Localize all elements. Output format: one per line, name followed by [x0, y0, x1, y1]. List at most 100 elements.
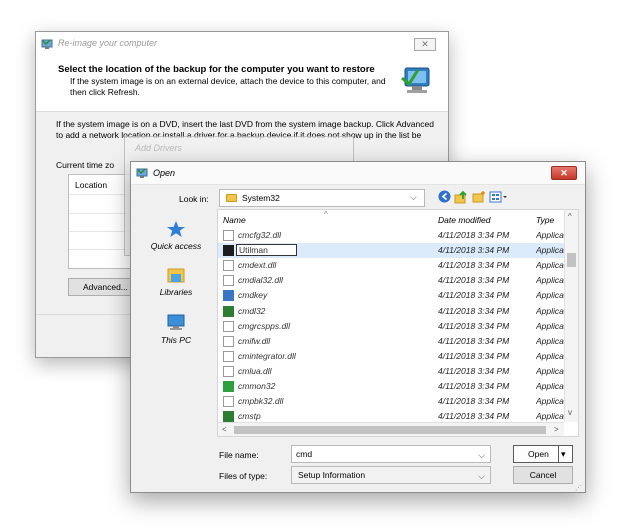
file-date-cell: 4/11/2018 3:34 PM — [438, 230, 510, 240]
file-row[interactable]: cmdl32 4/11/2018 3:34 PM Application — [218, 304, 564, 319]
file-name-label: File name: — [219, 450, 259, 460]
view-menu-button[interactable] — [489, 190, 509, 204]
file-row[interactable]: cmdial32.dll 4/11/2018 3:34 PM Application… — [218, 273, 564, 288]
file-type-cell: Application extension — [536, 320, 564, 331]
file-name-cell: cmifw.dll — [238, 335, 271, 346]
file-type-cell: Application — [536, 290, 564, 301]
file-name-cell: cmcfg32.dll — [238, 230, 281, 240]
vertical-scrollbar[interactable]: ^ v — [564, 210, 578, 422]
file-name-cell: cmdkey — [238, 290, 268, 301]
back-arrow-icon — [438, 190, 450, 203]
libraries-folder-icon — [165, 266, 187, 284]
open-button-label: Open — [528, 449, 549, 459]
horizontal-scrollbar[interactable]: < > — [218, 422, 564, 436]
file-date-cell: 4/11/2018 3:34 PM — [438, 350, 510, 361]
file-name-cell: cmintegrator.dll — [238, 350, 296, 361]
navigation-toolbar — [437, 190, 507, 206]
open-dialog-app-icon — [136, 167, 149, 179]
files-of-type-value: Setup Information — [298, 470, 366, 480]
scroll-up-icon[interactable]: ^ — [568, 212, 572, 221]
scroll-down-icon[interactable]: v — [568, 408, 572, 417]
file-row[interactable]: cmdext.dll 4/11/2018 3:34 PM Application e… — [218, 258, 564, 273]
file-date-cell: 4/11/2018 3:34 PM — [438, 290, 510, 301]
file-name-cell: cmdl32 — [238, 305, 266, 316]
current-time-zone-label: Current time zo — [56, 160, 115, 170]
scroll-right-icon[interactable]: > — [554, 425, 559, 434]
close-icon: ✕ — [560, 168, 568, 178]
open-dialog-titlebar: Open ✕ — [131, 162, 585, 185]
file-type-cell: Application extension — [536, 396, 564, 407]
split-divider — [558, 446, 559, 462]
wizard-subheading: If the system image is on an external de… — [70, 76, 386, 97]
places-quick-access[interactable]: Quick access — [141, 220, 211, 251]
column-header-type[interactable]: Type — [536, 215, 554, 225]
wizard-app-icon — [41, 38, 53, 50]
open-dialog-close-button[interactable]: ✕ — [551, 166, 577, 180]
file-date-cell: 4/11/2018 3:34 PM — [438, 411, 510, 422]
file-type-cell: Application extension — [536, 350, 564, 361]
file-date-cell: 4/11/2018 3:34 PM — [438, 396, 510, 407]
horizontal-scroll-thumb[interactable] — [234, 426, 546, 434]
file-name-cell: cmpbk32.dll — [238, 396, 284, 407]
scroll-left-icon[interactable]: < — [222, 425, 227, 434]
back-button[interactable] — [437, 190, 451, 204]
files-of-type-label: Files of type: — [219, 471, 268, 481]
file-name-value: cmd — [296, 449, 313, 459]
open-dialog-title: Open — [153, 168, 176, 178]
vertical-scroll-thumb[interactable] — [567, 253, 576, 267]
file-name-cell: cmdext.dll — [238, 260, 277, 271]
add-drivers-title: Add Drivers — [135, 143, 183, 153]
column-header-date-modified[interactable]: Date modified — [438, 215, 490, 225]
file-date-cell: 4/11/2018 3:34 PM — [438, 275, 510, 286]
file-name-cell: cmdial32.dll — [238, 275, 283, 286]
file-date-cell: 4/11/2018 3:34 PM — [438, 365, 510, 376]
wizard-titlebar: Re-image your computer ✕ — [36, 32, 448, 56]
file-row[interactable]: cmcfg32.dll 4/11/2018 3:34 PM Application … — [218, 228, 564, 243]
wizard-header: Select the location of the backup for th… — [36, 56, 448, 112]
advanced-button[interactable]: Advanced... — [68, 278, 136, 296]
file-name-cell: Utilman — [236, 244, 297, 257]
folder-icon — [226, 194, 237, 202]
file-row[interactable]: cmifw.dll 4/11/2018 3:34 PM Application ex… — [218, 334, 564, 349]
places-libraries[interactable]: Libraries — [141, 266, 211, 297]
file-row[interactable]: cmpbk32.dll 4/11/2018 3:34 PM Application … — [218, 394, 564, 409]
file-type-cell: Application — [536, 411, 564, 422]
files-of-type-dropdown[interactable]: Setup Information ⌵ — [291, 466, 491, 484]
file-row[interactable]: cmmon32 4/11/2018 3:34 PM Application — [218, 379, 564, 394]
file-date-cell: 4/11/2018 3:34 PM — [438, 260, 510, 271]
file-date-cell: 4/11/2018 3:34 PM — [438, 335, 510, 346]
file-row[interactable]: Utilman 4/11/2018 3:34 PM Application — [218, 243, 564, 259]
file-row[interactable]: cmlua.dll 4/11/2018 3:34 PM Application ex… — [218, 364, 564, 379]
file-date-cell: 4/11/2018 3:34 PM — [438, 305, 510, 316]
cmdl32-icon — [223, 305, 234, 317]
file-type-cell: Application extension — [536, 365, 564, 376]
file-row[interactable]: cmdkey 4/11/2018 3:34 PM Application — [218, 288, 564, 303]
places-this-pc[interactable]: This PC — [141, 314, 211, 345]
file-list[interactable]: Name ^ Date modified Type cmcfg32.dll 4/1… — [217, 209, 579, 437]
location-column-header: Location — [75, 180, 108, 190]
file-date-cell: 4/11/2018 3:34 PM — [438, 320, 510, 331]
file-name-input[interactable]: cmd ⌵ — [291, 445, 491, 463]
open-options-dropdown-icon[interactable]: ▾ — [561, 446, 566, 462]
wizard-heading: Select the location of the backup for th… — [58, 64, 375, 75]
file-row[interactable]: cmgrcspps.dll 4/11/2018 3:34 PM Applicatio… — [218, 319, 564, 334]
column-header-name[interactable]: Name — [223, 215, 246, 225]
open-button[interactable]: Open ▾ — [513, 445, 573, 463]
file-type-cell: Application extension — [536, 335, 564, 346]
view-menu-icon — [489, 191, 507, 203]
file-row[interactable]: cmintegrator.dll 4/11/2018 3:34 PM Applica… — [218, 349, 564, 364]
dll-file-icon — [223, 320, 234, 332]
dll-file-icon — [223, 396, 234, 408]
up-folder-icon — [454, 190, 467, 204]
restore-computer-icon — [398, 64, 434, 98]
close-icon: ✕ — [421, 39, 429, 49]
up-folder-button[interactable] — [454, 190, 468, 204]
dll-file-icon — [223, 260, 234, 272]
cancel-button[interactable]: Cancel — [513, 466, 573, 484]
wizard-close-button[interactable]: ✕ — [414, 38, 436, 51]
file-name-cell: cmstp — [238, 411, 261, 422]
look-in-dropdown[interactable]: System32 ⌵ — [219, 189, 425, 207]
new-folder-button[interactable] — [472, 190, 486, 204]
chevron-down-icon[interactable]: ⌵ — [478, 447, 485, 463]
resize-grip-icon[interactable]: ⋰ — [575, 484, 582, 492]
